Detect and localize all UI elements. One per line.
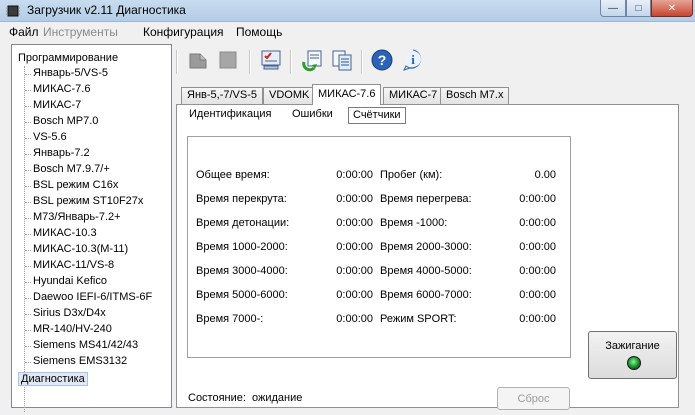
tree-item[interactable]: МИКАС-7.6 [24,83,90,99]
counter-value: 0:00:00 [336,241,373,253]
svg-text:?: ? [378,52,387,68]
toolbar-separator [290,50,292,74]
tab-mikas-7[interactable]: МИКАС-7 [383,87,444,104]
counter-value: 0:00:00 [336,313,373,325]
title-bar: Загрузчик v2.11 Диагностика — □ ✕ [0,0,695,22]
read-button[interactable] [185,47,211,73]
checklist-button[interactable] [258,47,284,73]
tree-item[interactable]: МИКАС-10.3 [25,227,97,243]
info-button[interactable]: i [400,47,426,73]
app-window: Загрузчик v2.11 Диагностика — □ ✕ Файл И… [0,0,695,415]
counter-value: 0.00 [534,169,556,181]
counter-value: 0:00:00 [519,241,556,253]
tab-jan5-vs5[interactable]: Янв-5,-7/VS-5 [181,87,263,104]
tree-item[interactable]: Bosch MP7.0 [24,115,98,131]
app-chip-icon [6,5,20,17]
tree-item-diagnostics-selected[interactable]: Диагностика [18,372,88,386]
close-button[interactable]: ✕ [651,0,693,17]
tree-item[interactable]: Январь-7.2 [25,147,90,163]
counter-value: 0:00:00 [519,193,556,205]
ignition-led-icon [627,356,641,370]
tab-vdomk[interactable]: VDOMK [263,87,316,104]
tree-item[interactable]: BSL режим ST10F27x [24,195,143,211]
tree-guide-line [24,66,25,412]
device-tree[interactable]: Программирование Январь-5/VS-5 МИКАС-7.6… [11,44,172,412]
tree-item[interactable]: VS-5.6 [25,131,67,147]
menu-tools[interactable]: Инструменты [43,25,118,39]
tree-item[interactable]: МИКАС-11/VS-8 [24,259,114,275]
counter-value: 0:00:00 [519,265,556,277]
counter-label: Режим SPORT: [380,313,457,325]
counter-label: Время 3000-4000: [196,265,288,277]
compare-icon [332,50,352,71]
tree-root-programming[interactable]: Программирование [18,52,118,64]
tree-item[interactable]: Hyundai Kefico [25,275,107,291]
stop-icon [219,51,237,69]
subtab-counters[interactable]: Счётчики [348,107,406,124]
counter-label: Общее время: [196,169,270,181]
menu-bar: Файл Инструменты Конфигурация Помощь [0,22,695,42]
maximize-button[interactable]: □ [626,0,651,17]
tab-mikas-7-6[interactable]: МИКАС-7.6 [312,84,382,105]
tree-item[interactable]: Siemens EMS3132 [24,355,127,371]
counter-value: 0:00:00 [336,265,373,277]
tree-item[interactable]: MR-140/HV-240 [25,323,112,339]
refresh-icon [302,50,322,72]
toolbar-separator [249,50,251,74]
stop-button[interactable] [215,47,241,73]
subtab-errors[interactable]: Ошибки [288,107,337,124]
ignition-button[interactable]: Зажигание [588,331,677,379]
checklist-icon [261,50,281,70]
ignition-label: Зажигание [605,340,660,352]
status-label: Состояние: [188,392,246,404]
tree-item[interactable]: Bosch M7.9.7/+ [25,163,110,179]
refresh-button[interactable] [299,47,325,73]
toolbar-separator [176,50,178,74]
status-value: ожидание [252,392,303,404]
counter-label: Время 2000-3000: [380,241,472,253]
tree-item[interactable]: МИКАС-7 [24,99,81,115]
toolbar-separator [361,50,363,74]
window-title: Загрузчик v2.11 Диагностика [27,3,186,17]
tab-bosch-m7x[interactable]: Bosch M7.x [440,87,510,104]
reset-button[interactable]: Сброс [497,387,570,410]
tree-item[interactable]: BSL режим C16x [24,179,118,195]
tree-item[interactable]: Sirius D3x/D4x [25,307,106,323]
counter-value: 0:00:00 [519,217,556,229]
counter-value: 0:00:00 [519,313,556,325]
read-icon [189,53,207,69]
counter-label: Время 4000-5000: [380,265,472,277]
counter-label: Время 6000-7000: [380,289,472,301]
tree-item[interactable]: МИКАС-10.3(M-11) [24,243,128,259]
counter-value: 0:00:00 [336,289,373,301]
counter-label: Время перекрута: [196,193,287,205]
minimize-button[interactable]: — [600,0,626,17]
help-button[interactable]: ? [369,47,395,73]
counter-label: Время 7000-: [196,313,264,325]
counter-value: 0:00:00 [336,193,373,205]
counter-label: Пробег (км): [380,169,443,181]
tree-item[interactable]: Siemens MS41/42/43 [24,339,138,355]
counters-panel: Общее время: 0:00:00 Пробег (км): 0.00 В… [187,136,571,358]
menu-file[interactable]: Файл [9,25,39,39]
info-icon: i [403,49,422,71]
counter-value: 0:00:00 [519,289,556,301]
counter-label: Время -1000: [380,217,448,229]
help-icon: ? [371,49,393,71]
counter-value: 0:00:00 [336,169,373,181]
svg-text:i: i [411,52,415,67]
counter-label: Время 5000-6000: [196,289,288,301]
tree-item[interactable]: M73/Январь-7.2+ [25,211,121,227]
counter-label: Время детонации: [196,217,290,229]
counter-label: Время перегрева: [380,193,472,205]
compare-button[interactable] [329,47,355,73]
menu-configuration[interactable]: Конфигурация [143,25,224,39]
subtab-identification[interactable]: Идентификация [185,107,275,124]
tree-item[interactable]: Daewoo IEFI-6/ITMS-6F [24,291,152,307]
tree-item[interactable]: Январь-5/VS-5 [25,67,108,83]
counter-label: Время 1000-2000: [196,241,288,253]
counter-value: 0:00:00 [336,217,373,229]
menu-help[interactable]: Помощь [236,25,282,39]
